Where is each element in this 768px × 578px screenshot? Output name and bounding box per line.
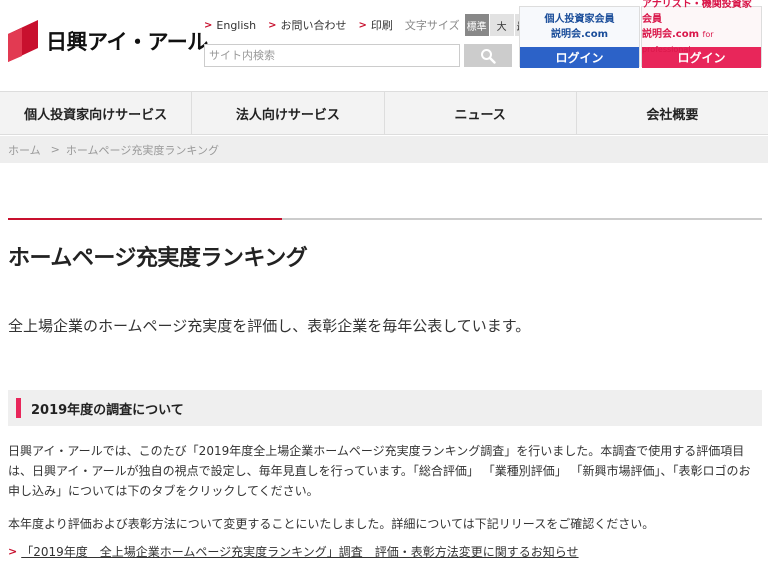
search-button[interactable] [464,44,512,67]
font-size-standard-button[interactable]: 標準 [464,14,489,36]
title-divider-accent [8,218,282,220]
analyst-member-box: アナリスト・機関投資家会員 説明会.com for professional ロ… [641,0,762,68]
logo-mark-icon [8,20,38,62]
individual-member-info: 個人投資家会員 説明会.com [520,7,639,47]
section-heading-text: 2019年度の調査について [31,402,184,418]
change-notice: 本年度より評価および表彰方法について変更することにいたしました。詳細については下… [8,517,655,531]
chevron-right-icon: > [268,19,277,31]
release-link-text: 「2019年度 全上場企業ホームページ充実度ランキング」調査 評価・表彰方法変更… [21,545,579,559]
contact-link-label: お問い合わせ [280,19,347,32]
breadcrumb-home[interactable]: ホーム [8,142,41,158]
search-input[interactable] [204,44,460,67]
analyst-member-title: アナリスト・機関投資家会員 [642,0,752,25]
breadcrumb-separator: > [50,143,60,156]
logo-text: 日興アイ・アール [46,30,208,54]
section-heading: 2019年度の調査について [8,390,762,426]
logo[interactable]: 日興アイ・アール [8,20,208,62]
individual-member-box: 個人投資家会員 説明会.com ログイン [519,6,640,68]
page-title: ホームページ充実度ランキング [8,246,308,271]
analyst-member-info: アナリスト・機関投資家会員 説明会.com for professional [642,0,761,54]
site-search [204,44,512,67]
search-icon [481,48,496,64]
chevron-right-icon: > [8,545,18,558]
chevron-right-icon: > [358,19,367,31]
section-heading-bar [16,398,21,418]
english-link[interactable]: > English [204,19,256,32]
individual-login-button[interactable]: ログイン [520,47,639,68]
page-lead: 全上場企業のホームページ充実度を評価し、表彰企業を毎年公表しています。 [8,317,531,335]
print-link-label: 印刷 [370,19,393,32]
breadcrumb: ホーム > ホームページ充実度ランキング [0,136,768,163]
english-link-label: English [216,18,257,32]
survey-description: 日興アイ・アールでは、このたび「2019年度全上場企業ホームページ充実度ランキン… [8,444,751,498]
contact-link[interactable]: > お問い合わせ [268,17,346,33]
release-link[interactable]: > 「2019年度 全上場企業ホームページ充実度ランキング」調査 評価・表彰方法… [8,543,579,560]
individual-member-title: 個人投資家会員 [544,14,615,25]
breadcrumb-current: ホームページ充実度ランキング [65,143,220,157]
nav-news[interactable]: ニュース [385,92,577,134]
nav-individual-investors[interactable]: 個人投資家向けサービス [0,92,193,134]
individual-member-site: 説明会.com [550,29,609,40]
nav-corporate-services[interactable]: 法人向けサービス [192,92,385,134]
print-link[interactable]: > 印刷 [359,17,393,33]
global-nav: 個人投資家向けサービス 法人向けサービス ニュース 会社概要 [0,91,768,135]
utility-links: >English >お問い合わせ >印刷 文字サイズ 標準 大 最大 [204,14,539,36]
analyst-site-name: 説明会.com [642,29,700,40]
font-size-label: 文字サイズ [404,19,460,32]
chevron-right-icon: > [204,19,213,31]
font-size-large-button[interactable]: 大 [489,14,514,36]
header: 日興アイ・アール > English > お問い合わせ > 印刷 文字サイズ 標準 大… [0,0,768,90]
nav-company[interactable]: 会社概要 [577,92,768,134]
